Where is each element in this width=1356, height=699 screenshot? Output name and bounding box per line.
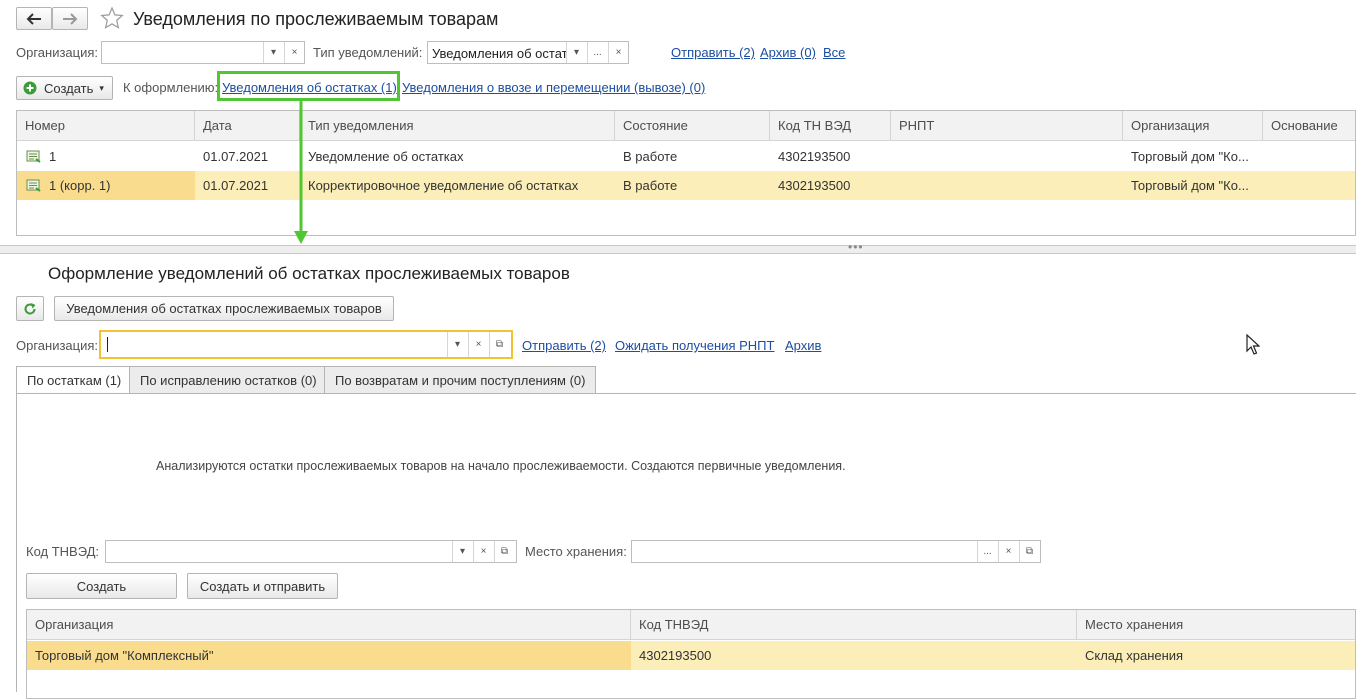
panel-title: Оформление уведомлений об остатках просл… (48, 264, 570, 283)
cell-type: Корректировочное уведомление об остатках (308, 178, 579, 193)
cell-type: Уведомление об остатках (308, 149, 464, 164)
tab-balances[interactable]: По остаткам (1) (16, 366, 133, 394)
dropdown-arrow-icon[interactable]: ▾ (452, 541, 472, 562)
dropdown-arrow-icon[interactable]: ▾ (447, 332, 467, 357)
archive-link[interactable]: Архив (0) (760, 45, 816, 60)
notices-list-button[interactable]: Уведомления об остатках прослеживаемых т… (54, 296, 394, 321)
create-button[interactable]: Создать ▾ (16, 76, 113, 100)
cell-state: В работе (623, 178, 678, 193)
splitter[interactable]: ••• (0, 240, 1356, 254)
cell-number: 1 (49, 149, 57, 164)
document-icon (26, 150, 41, 163)
forward-button[interactable] (52, 7, 88, 30)
dropdown-arrow-icon[interactable]: ▾ (263, 42, 283, 63)
storage-label: Место хранения: (525, 544, 627, 559)
balances-table[interactable]: Организация Код ТНВЭД Место хранения Тор… (26, 609, 1356, 699)
column-header[interactable]: Место хранения (1077, 610, 1355, 640)
send-link[interactable]: Отправить (2) (671, 45, 755, 60)
column-header[interactable]: Основание (1263, 111, 1355, 141)
column-header[interactable]: Тип уведомления (300, 111, 615, 141)
all-link[interactable]: Все (823, 45, 845, 60)
cell-org: Торговый дом "Ко... (1131, 149, 1249, 164)
cell-code: 4302193500 (778, 178, 851, 193)
cell-number: 1 (корр. 1) (49, 178, 111, 193)
clear-icon[interactable]: × (284, 42, 304, 63)
cell-storage: Склад хранения (1085, 648, 1184, 663)
org-filter-field[interactable]: ▾ × (101, 41, 305, 64)
panel-send-link[interactable]: Отправить (2) (522, 338, 606, 353)
storage-field[interactable]: ... × ⧉ (631, 540, 1041, 563)
create-and-send-button[interactable]: Создать и отправить (187, 573, 338, 599)
tnved-field[interactable]: ▾ × ⧉ (105, 540, 517, 563)
panel-org-field[interactable]: ▾ × ⧉ (99, 330, 513, 359)
tab-corrections[interactable]: По исправлению остатков (0) (129, 366, 328, 393)
window-title: Уведомления по прослеживаемым товарам (133, 9, 499, 29)
arrow-down-annotation (294, 100, 308, 244)
column-header[interactable]: Код ТНВЭД (631, 610, 1077, 640)
pending-import-link[interactable]: Уведомления о ввозе и перемещении (вывоз… (402, 80, 705, 95)
create-notice-button[interactable]: Создать (26, 573, 177, 599)
cell-code: 4302193500 (778, 149, 851, 164)
open-icon[interactable]: ⧉ (1019, 541, 1039, 562)
cell-rnpt (891, 142, 1123, 171)
document-icon (26, 179, 41, 192)
table-row-selected[interactable]: Торговый дом "Комплексный" 4302193500 Ск… (27, 641, 1355, 670)
column-header[interactable]: РНПТ (891, 111, 1123, 141)
clear-icon[interactable]: × (468, 332, 488, 357)
column-header[interactable]: Состояние (615, 111, 770, 141)
await-rnpt-link[interactable]: Ожидать получения РНПТ (615, 338, 774, 353)
dropdown-arrow-icon: ▾ (99, 82, 104, 93)
add-icon (23, 81, 37, 95)
column-header[interactable]: Код ТН ВЭД (770, 111, 891, 141)
tab-returns[interactable]: По возвратам и прочим поступлениям (0) (324, 366, 597, 393)
column-header[interactable]: Организация (27, 610, 631, 640)
cell-basis (1263, 171, 1355, 200)
refresh-button[interactable] (16, 296, 44, 321)
cell-org: Торговый дом "Ко... (1131, 178, 1249, 193)
cell-org: Торговый дом "Комплексный" (35, 648, 214, 663)
select-more-icon[interactable]: ... (977, 541, 997, 562)
type-filter-field[interactable]: Уведомления об остат ▾ ... × (427, 41, 629, 64)
cell-state: В работе (623, 149, 678, 164)
highlight-frame (217, 71, 400, 101)
cell-code: 4302193500 (639, 648, 712, 663)
info-text: Анализируются остатки прослеживаемых тов… (156, 459, 846, 473)
dropdown-arrow-icon[interactable]: ▾ (566, 42, 586, 63)
panel-org-label: Организация: (16, 338, 99, 353)
cell-basis (1263, 142, 1355, 171)
text-cursor (107, 337, 108, 352)
cell-date: 01.07.2021 (203, 178, 269, 193)
refresh-icon (24, 302, 36, 315)
open-icon[interactable]: ⧉ (494, 541, 514, 562)
column-header[interactable]: Дата (195, 111, 300, 141)
mouse-pointer-icon (1246, 334, 1260, 355)
type-filter-label: Тип уведомлений: (313, 45, 423, 60)
panel-archive-link[interactable]: Архив (785, 338, 821, 353)
splitter-grip-icon: ••• (848, 240, 864, 254)
arrow-right-icon (63, 12, 78, 25)
select-more-icon[interactable]: ... (587, 42, 607, 63)
org-filter-label: Организация: (16, 45, 99, 60)
clear-icon[interactable]: × (608, 42, 628, 63)
cell-date: 01.07.2021 (203, 149, 269, 164)
table-row-selected[interactable]: 1 (корр. 1) 01.07.2021 Корректировочное … (17, 171, 1355, 200)
column-header[interactable]: Номер (17, 111, 195, 141)
notifications-table[interactable]: Номер Дата Тип уведомления Состояние Код… (16, 110, 1356, 236)
column-header[interactable]: Организация (1123, 111, 1263, 141)
open-icon[interactable]: ⧉ (489, 332, 509, 357)
pending-label: К оформлению: (123, 80, 219, 95)
create-button-label: Создать (44, 80, 94, 96)
table-row[interactable]: 1 01.07.2021 Уведомление об остатках В р… (17, 142, 1355, 171)
favorite-star-icon[interactable] (100, 6, 124, 30)
tnved-label: Код ТНВЭД: (26, 544, 100, 559)
type-filter-value: Уведомления об остат (432, 46, 566, 61)
clear-icon[interactable]: × (473, 541, 493, 562)
arrow-left-icon (26, 12, 41, 25)
back-button[interactable] (16, 7, 52, 30)
clear-icon[interactable]: × (998, 541, 1018, 562)
cell-rnpt (891, 171, 1123, 200)
